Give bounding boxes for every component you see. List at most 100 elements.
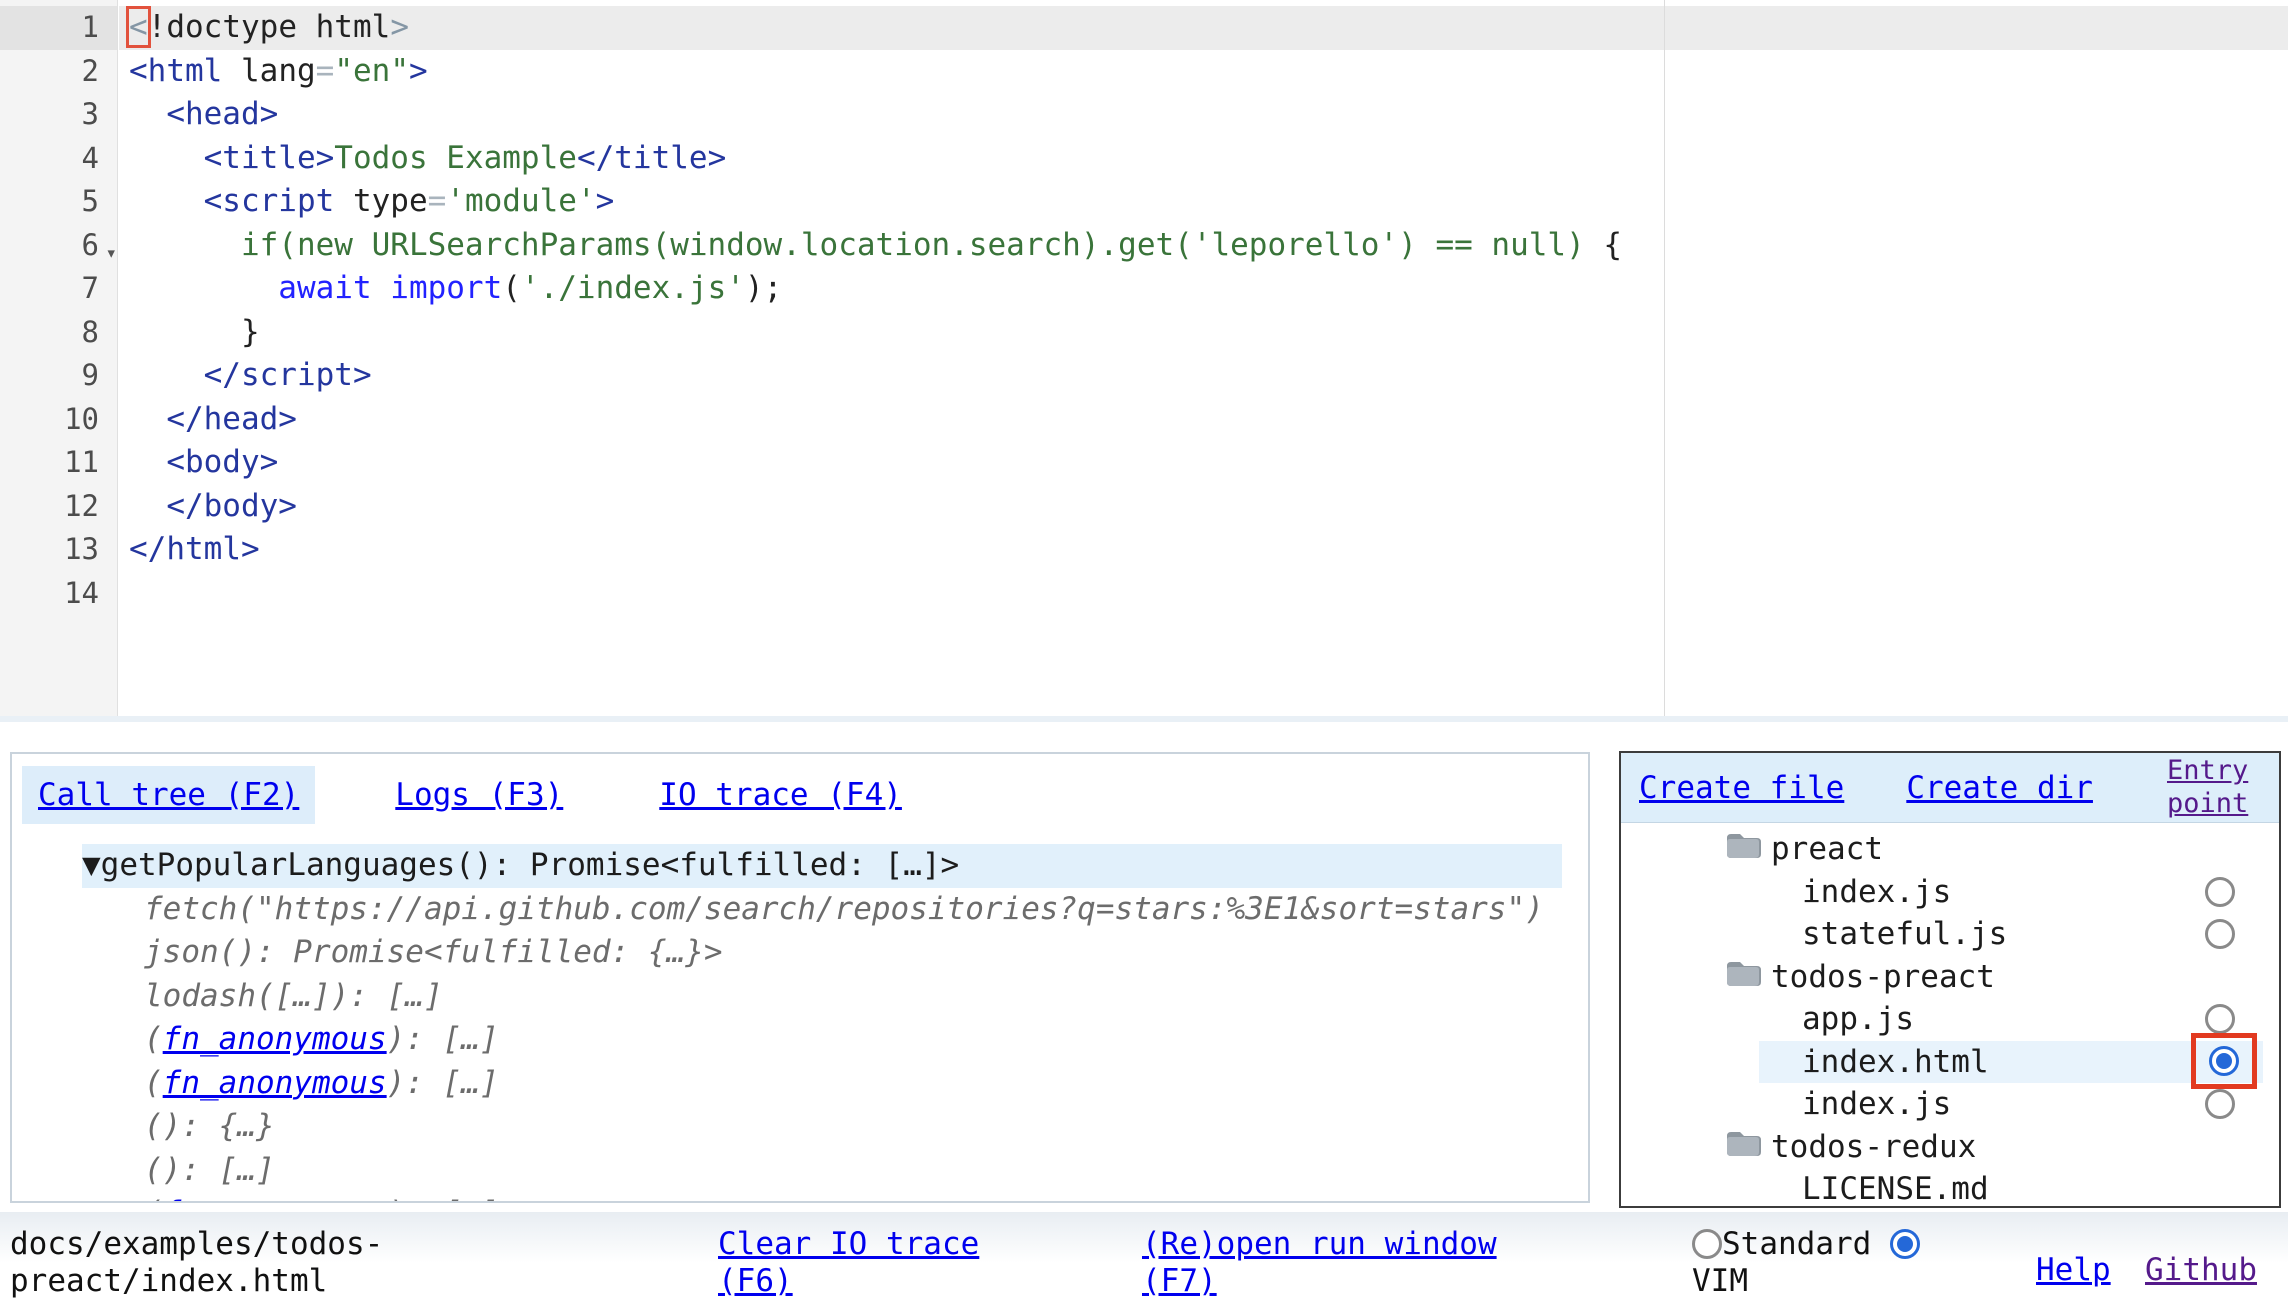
call-tree-text: json(): Promise<fulfilled: {…}> — [144, 934, 723, 970]
call-tree-text: ): […] — [387, 1021, 499, 1057]
line-number-text: 7 — [82, 271, 99, 305]
mode-radio-standard[interactable] — [1692, 1229, 1722, 1259]
folder-name: preact — [1771, 828, 1883, 871]
code-line[interactable]: <html lang="en"> — [119, 50, 2288, 94]
github-link[interactable]: Github — [2145, 1252, 2257, 1288]
code-line[interactable]: } — [119, 311, 2288, 355]
create-dir-button[interactable]: Create dir — [1906, 770, 2093, 806]
code-token: </head> — [166, 401, 297, 437]
call-tree-text: lodash([…]): […] — [144, 978, 443, 1014]
fn-anonymous-link[interactable]: fn_anonymous — [163, 1195, 387, 1203]
call-tree-text: (): […] — [144, 1152, 275, 1188]
folder-name: todos-preact — [1771, 956, 1995, 999]
line-number-text: 8 — [82, 315, 99, 349]
call-tree: ▼getPopularLanguages(): Promise<fulfille… — [12, 844, 1588, 1203]
code-token: } — [241, 314, 260, 350]
call-tree-row[interactable]: (): {…} — [144, 1105, 1562, 1149]
column-ruler — [1664, 0, 1665, 716]
file-tree-panel: Create file Create dir Entry point preac… — [1619, 751, 2281, 1208]
entry-point-column-header[interactable]: Entry point — [2167, 755, 2267, 820]
code-token: <title> — [204, 140, 335, 176]
entry-point-radio[interactable] — [2205, 919, 2235, 949]
fn-anonymous-link[interactable]: fn_anonymous — [163, 1021, 387, 1057]
file-name: stateful.js — [1802, 916, 2007, 952]
code-editor[interactable]: 123456▾7891011121314 <!doctype html><htm… — [0, 0, 2288, 722]
code-token: { — [1603, 227, 1622, 263]
line-number-text: 11 — [64, 445, 99, 479]
call-tree-row[interactable]: lodash([…]): […] — [144, 975, 1562, 1019]
code-token: if(new URLSearchParams(window.location.s… — [241, 227, 1603, 263]
vim-block-cursor: < — [129, 9, 148, 45]
entry-point-highlight-box — [2191, 1033, 2257, 1089]
code-line[interactable] — [119, 572, 2288, 616]
file-name: index.js — [1802, 1086, 1951, 1122]
code-token: = — [428, 183, 447, 219]
call-tree-text: ( — [144, 1021, 163, 1057]
code-line[interactable]: await import('./index.js'); — [119, 267, 2288, 311]
call-tree-row[interactable]: (fn_anonymous): […] — [144, 1192, 1562, 1203]
code-token: <body> — [166, 444, 278, 480]
code-line[interactable]: </body> — [119, 485, 2288, 529]
clear-io-trace-button[interactable]: Clear IO trace (F6) — [718, 1226, 1017, 1300]
entry-point-radio[interactable] — [2205, 1089, 2235, 1119]
call-tree-row[interactable]: ▼getPopularLanguages(): Promise<fulfille… — [82, 844, 1562, 888]
call-tree-panel: Call tree (F2) Logs (F3) IO trace (F4) ▼ge… — [10, 752, 1590, 1203]
help-link[interactable]: Help — [2036, 1252, 2111, 1288]
call-tree-row[interactable]: (fn_anonymous): […] — [144, 1018, 1562, 1062]
tab-logs-f3[interactable]: Logs (F3) — [379, 766, 579, 824]
gutter-line-number: 11 — [0, 441, 117, 485]
calltree-tabs: Call tree (F2) Logs (F3) IO trace (F4) — [22, 766, 1588, 824]
code-line[interactable]: </script> — [119, 354, 2288, 398]
code-line[interactable]: <script type='module'> — [119, 180, 2288, 224]
code-token: await import — [278, 270, 502, 306]
code-line[interactable]: <!doctype html> — [119, 6, 2288, 50]
file-row[interactable]: index.html — [1759, 1041, 2263, 1084]
line-number-text: 10 — [64, 402, 99, 436]
tab-call-tree-f2[interactable]: Call tree (F2) — [22, 766, 315, 824]
code-token: Todos Example — [334, 140, 577, 176]
call-tree-text: ( — [144, 1195, 163, 1203]
code-token: <script — [204, 183, 335, 219]
call-tree-row[interactable]: (fn_anonymous): […] — [144, 1062, 1562, 1106]
file-tree-header: Create file Create dir Entry point — [1621, 753, 2279, 823]
gutter-line-number: 13 — [0, 528, 117, 572]
fn-anonymous-link[interactable]: fn_anonymous — [163, 1065, 387, 1101]
file-row[interactable]: index.js — [1759, 1083, 2279, 1126]
entry-point-radio[interactable] — [2205, 1004, 2235, 1034]
folder-row[interactable]: todos-preact — [1621, 956, 2279, 999]
reopen-run-window-button[interactable]: (Re)open run window (F7) — [1142, 1226, 1534, 1300]
call-tree-row[interactable]: json(): Promise<fulfilled: {…}> — [144, 931, 1562, 975]
gutter-line-number: 5 — [0, 180, 117, 224]
gutter-line-number: 7 — [0, 267, 117, 311]
file-row[interactable]: index.js — [1759, 871, 2279, 914]
current-file-path: docs/examples/todos-preact/index.html — [10, 1226, 394, 1300]
call-tree-row[interactable]: (): […] — [144, 1149, 1562, 1193]
line-number-text: 6 — [82, 228, 99, 262]
folder-row[interactable]: todos-redux — [1621, 1126, 2279, 1169]
entry-point-radio[interactable] — [2205, 877, 2235, 907]
code-token: !doctype html — [148, 9, 391, 45]
file-row[interactable]: LICENSE.md — [1759, 1168, 2279, 1208]
create-file-button[interactable]: Create file — [1639, 770, 1844, 806]
file-name: index.js — [1802, 874, 1951, 910]
tab-io-trace-f4[interactable]: IO trace (F4) — [643, 766, 918, 824]
editor-code[interactable]: <!doctype html><html lang="en"><head><ti… — [119, 0, 2288, 716]
call-tree-row[interactable]: fetch("https://api.github.com/search/rep… — [144, 888, 1562, 932]
code-token: "en" — [334, 53, 409, 89]
line-number-text: 12 — [64, 489, 99, 523]
code-line[interactable]: </head> — [119, 398, 2288, 442]
mode-radio-vim[interactable] — [1890, 1229, 1920, 1259]
code-token: <head> — [166, 96, 278, 132]
code-line[interactable]: <head> — [119, 93, 2288, 137]
entry-point-radio[interactable] — [2209, 1046, 2239, 1076]
code-line[interactable]: <body> — [119, 441, 2288, 485]
code-line[interactable]: if(new URLSearchParams(window.location.s… — [119, 224, 2288, 268]
code-token: ( — [502, 270, 521, 306]
code-line[interactable]: <title>Todos Example</title> — [119, 137, 2288, 181]
code-token: > — [409, 53, 428, 89]
folder-row[interactable]: preact — [1621, 828, 2279, 871]
line-number-text: 13 — [64, 532, 99, 566]
line-number-text: 3 — [82, 97, 99, 131]
code-line[interactable]: </html> — [119, 528, 2288, 572]
file-row[interactable]: stateful.js — [1759, 913, 2279, 956]
